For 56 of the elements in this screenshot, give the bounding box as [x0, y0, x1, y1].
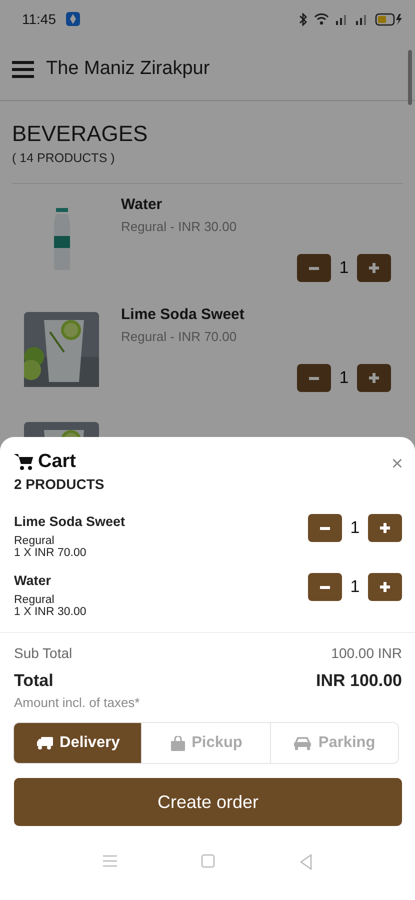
- minus-icon: [309, 376, 319, 380]
- total-value: INR 100.00: [316, 671, 402, 691]
- close-button[interactable]: ×: [391, 453, 403, 476]
- truck-icon: [36, 736, 54, 750]
- product-name: Lime Soda Sweet: [121, 306, 246, 323]
- shopping-bag-icon: [170, 736, 186, 750]
- create-order-button[interactable]: Create order: [14, 778, 402, 826]
- minus-button[interactable]: [297, 364, 331, 392]
- order-mode-tab[interactable]: Delivery: [14, 723, 142, 763]
- plus-button[interactable]: [368, 573, 402, 601]
- product-price: Regural - INR 70.00: [121, 329, 238, 344]
- plus-button[interactable]: [368, 514, 402, 542]
- product-price: Regural - INR 30.00: [121, 219, 238, 234]
- subtotal-label: Sub Total: [14, 645, 72, 661]
- clock-time: 11:45: [22, 11, 56, 27]
- tax-note: Amount incl. of taxes*: [14, 695, 141, 710]
- quantity-value: 1: [338, 368, 350, 388]
- minus-button[interactable]: [297, 254, 331, 282]
- signal-icon: [335, 13, 349, 25]
- subtotal-value: 100.00 INR: [331, 645, 402, 661]
- scrollbar-thumb: [408, 50, 412, 105]
- plus-icon: [369, 263, 379, 273]
- cart-item-price: 1 X INR 70.00: [14, 547, 88, 559]
- cart-item-name: Lime Soda Sweet: [14, 514, 126, 529]
- battery-charging-icon: [375, 12, 403, 26]
- store-title: The Maniz Zirakpur: [46, 58, 210, 80]
- quantity-value: 1: [349, 577, 361, 597]
- cart-item-price: 1 X INR 30.00: [14, 606, 86, 618]
- menu-icon[interactable]: [12, 60, 34, 78]
- minus-button[interactable]: [308, 514, 342, 542]
- signal-icon: [355, 13, 369, 25]
- wifi-icon: [314, 13, 329, 25]
- cart-title: Cart: [38, 451, 76, 473]
- plus-icon: [380, 523, 390, 533]
- cart-icon: [14, 453, 34, 471]
- app-notification-icon: [66, 12, 80, 26]
- total-label: Total: [14, 671, 54, 691]
- plus-button[interactable]: [357, 254, 391, 282]
- plus-icon: [380, 582, 390, 592]
- minus-button[interactable]: [308, 573, 342, 601]
- quantity-value: 1: [338, 258, 350, 278]
- plus-button[interactable]: [357, 364, 391, 392]
- plus-icon: [369, 373, 379, 383]
- minus-icon: [309, 266, 319, 270]
- cart-item-name: Water: [14, 573, 52, 588]
- category-title: BEVERAGES: [12, 121, 149, 147]
- cart-item-variant: Regural: [14, 594, 56, 606]
- quantity-value: 1: [349, 518, 361, 538]
- cart-count: 2 PRODUCTS: [14, 476, 104, 492]
- product-count: ( 14 PRODUCTS ): [12, 151, 116, 165]
- bluetooth-icon: [299, 12, 308, 26]
- minus-icon: [320, 526, 330, 530]
- minus-icon: [320, 586, 330, 588]
- car-icon: [293, 736, 312, 750]
- product-name: Water: [121, 196, 164, 213]
- cart-item-variant: Regural: [14, 535, 56, 547]
